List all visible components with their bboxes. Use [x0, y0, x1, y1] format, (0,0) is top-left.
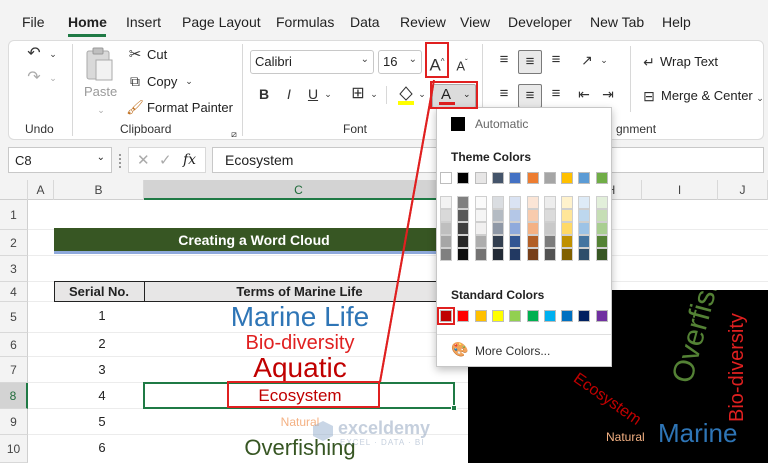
annotation-arrows — [379, 79, 435, 383]
excel-window: File Home Insert Page Layout Formulas Da… — [0, 0, 768, 463]
